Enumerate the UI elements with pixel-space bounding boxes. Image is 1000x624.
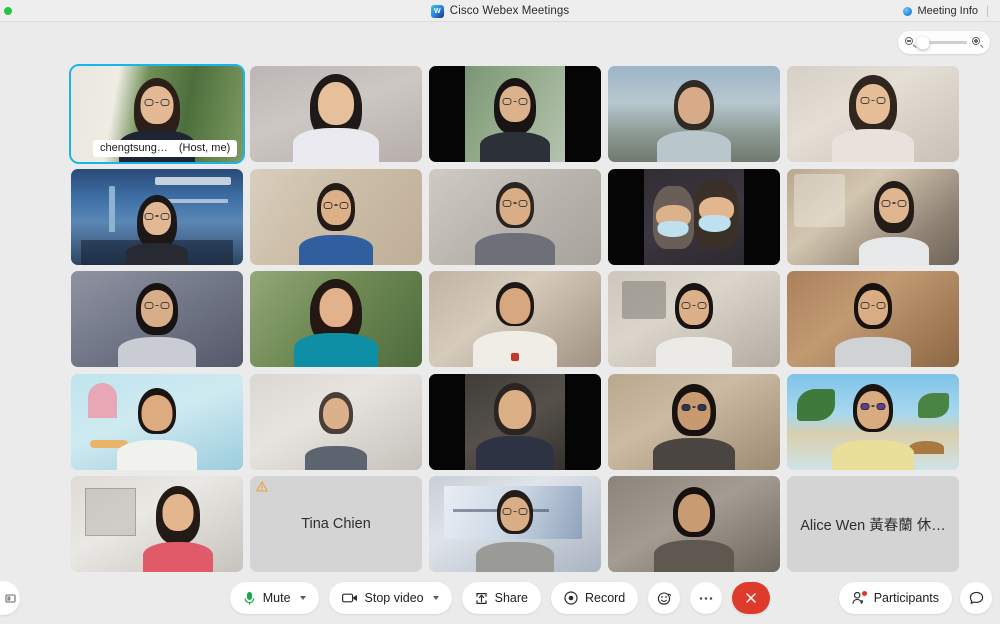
mute-button[interactable]: Mute xyxy=(229,582,319,614)
video-tile-15[interactable] xyxy=(787,271,959,367)
meeting-info-button[interactable]: Meeting Info xyxy=(903,0,978,22)
participants-button[interactable]: Participants xyxy=(838,582,952,614)
more-ellipsis-icon xyxy=(700,596,713,600)
video-tile-20[interactable] xyxy=(787,373,959,470)
video-tile-8[interactable] xyxy=(429,168,601,265)
video-tile-10[interactable] xyxy=(787,168,959,265)
video-tile-23[interactable] xyxy=(429,476,601,572)
info-circle-icon xyxy=(903,6,913,16)
end-call-button[interactable] xyxy=(732,582,771,614)
window-title: Cisco Webex Meetings xyxy=(449,5,570,17)
warning-triangle-icon xyxy=(256,481,268,492)
record-label: Record xyxy=(584,591,626,605)
self-name-label: chengtsung… (Host, me) xyxy=(93,140,238,157)
title-divider xyxy=(987,6,988,17)
video-tile-5[interactable] xyxy=(787,66,959,162)
video-tile-21[interactable] xyxy=(71,476,243,572)
window-title-group: W Cisco Webex Meetings xyxy=(0,0,1000,22)
video-tile-11[interactable] xyxy=(71,271,243,367)
self-role-label: (Host, me) xyxy=(178,142,231,154)
zoom-out-magnifier-icon[interactable] xyxy=(905,37,917,48)
video-tile-14[interactable] xyxy=(608,271,780,367)
participant-video-grid: chengtsung… (Host, me) Tina Chien Alice … xyxy=(69,64,961,572)
end-call-x-icon xyxy=(746,593,757,603)
webex-meeting-window: W Cisco Webex Meetings Meeting Info chen… xyxy=(0,0,1000,624)
mute-label: Mute xyxy=(262,591,291,605)
participants-label: Participants xyxy=(873,591,939,605)
share-label: Share xyxy=(494,591,528,605)
record-button[interactable]: Record xyxy=(550,582,639,614)
video-tile-placeholder-alice[interactable]: Alice Wen 黃春蘭 休… xyxy=(787,476,959,572)
video-tile-18[interactable] xyxy=(429,373,601,470)
chat-bubble-icon xyxy=(969,591,983,604)
left-edge-panel-button[interactable] xyxy=(0,581,20,615)
placeholder-participant-name: Tina Chien xyxy=(301,516,371,532)
title-bar: W Cisco Webex Meetings Meeting Info xyxy=(0,0,1000,22)
share-button[interactable]: Share xyxy=(461,582,541,614)
mute-chevron-down-icon[interactable] xyxy=(299,596,306,600)
video-tile-24[interactable] xyxy=(608,476,780,572)
reactions-button[interactable] xyxy=(648,582,681,614)
stop-video-button[interactable]: Stop video xyxy=(328,582,452,614)
zoom-slider-knob[interactable] xyxy=(916,36,930,49)
participants-notification-badge xyxy=(860,590,868,597)
video-tile-16[interactable] xyxy=(71,373,243,470)
record-circle-icon xyxy=(564,591,578,605)
placeholder-participant-name: Alice Wen 黃春蘭 休… xyxy=(800,517,946,534)
stop-video-label: Stop video xyxy=(364,591,424,605)
microphone-icon xyxy=(244,591,255,605)
share-upload-icon xyxy=(476,592,487,604)
video-tile-placeholder-tina[interactable]: Tina Chien xyxy=(250,476,422,572)
zoom-slider-control[interactable] xyxy=(898,31,990,54)
smiley-reaction-icon xyxy=(657,591,671,605)
video-tile-13[interactable] xyxy=(429,271,601,367)
video-tile-17[interactable] xyxy=(250,373,422,470)
camera-icon xyxy=(341,593,357,603)
video-tile-2[interactable] xyxy=(250,66,422,162)
video-tile-7[interactable] xyxy=(250,168,422,265)
video-tile-4[interactable] xyxy=(608,66,780,162)
stop-video-chevron-down-icon[interactable] xyxy=(432,596,439,600)
meeting-toolbar: Mute Stop video Share Record Participant… xyxy=(0,572,1000,624)
video-tile-9[interactable] xyxy=(608,168,780,265)
chat-button[interactable] xyxy=(960,582,992,614)
toolbar-right-controls: Participants xyxy=(838,582,992,614)
video-tile-3[interactable] xyxy=(429,66,601,162)
video-tile-6[interactable] xyxy=(71,168,243,265)
video-tile-self[interactable]: chengtsung… (Host, me) xyxy=(69,64,245,164)
meeting-info-label: Meeting Info xyxy=(917,5,978,17)
video-tile-19[interactable] xyxy=(608,373,780,470)
more-options-button[interactable] xyxy=(690,582,723,614)
zoom-in-magnifier-icon[interactable] xyxy=(972,37,984,48)
webex-logo-icon: W xyxy=(430,4,444,18)
panel-toggle-icon xyxy=(5,593,16,603)
toolbar-center-controls: Mute Stop video Share Record xyxy=(229,582,771,614)
video-tile-12[interactable] xyxy=(250,271,422,367)
participants-icon-wrap xyxy=(852,590,868,605)
zoom-slider-track[interactable] xyxy=(916,36,967,49)
self-display-name: chengtsung… xyxy=(100,142,168,154)
